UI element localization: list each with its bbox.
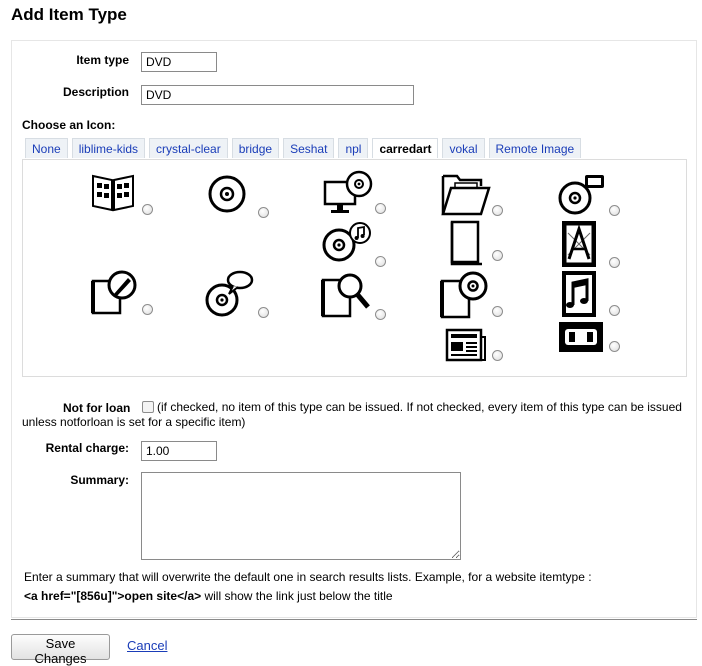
rental-charge-input[interactable] xyxy=(141,441,217,461)
music-disc-icon xyxy=(322,221,372,265)
tab-carredart[interactable]: carredart xyxy=(372,138,439,158)
summary-example: <a href="[856u]">open site</a> will show… xyxy=(24,589,393,603)
tab-crystal-clear[interactable]: crystal-clear xyxy=(149,138,228,158)
summary-textarea[interactable] xyxy=(141,472,461,560)
item-type-label: Item type xyxy=(76,53,129,67)
footer-divider xyxy=(11,619,697,620)
choose-icon-label: Choose an Icon: xyxy=(22,118,116,132)
film-book-icon xyxy=(90,172,136,212)
summary-example-code: <a href="[856u]">open site</a> xyxy=(24,589,202,603)
tab-bridge[interactable]: bridge xyxy=(231,138,280,158)
tab-npl[interactable]: npl xyxy=(338,138,369,158)
icon-radio[interactable] xyxy=(609,205,620,216)
summary-label: Summary: xyxy=(70,473,129,487)
book-pen-icon xyxy=(90,269,140,315)
icon-radio[interactable] xyxy=(258,207,269,218)
icon-radio[interactable] xyxy=(492,306,503,317)
icon-radio[interactable] xyxy=(375,203,386,214)
disc-icon xyxy=(207,173,247,215)
icon-set-tabs: None liblime-kids crystal-clear bridge S… xyxy=(25,138,582,159)
icon-radio[interactable] xyxy=(142,204,153,215)
icon-radio[interactable] xyxy=(375,256,386,267)
page-title: Add Item Type xyxy=(11,5,127,24)
not-for-loan-checkbox[interactable] xyxy=(142,401,154,413)
art-book-icon xyxy=(560,219,602,269)
icon-radio[interactable] xyxy=(609,257,620,268)
tab-seshat[interactable]: Seshat xyxy=(283,138,335,158)
not-for-loan-label: Not for loan xyxy=(63,401,131,415)
closed-folder-icon xyxy=(448,220,488,266)
disc-video-icon xyxy=(558,172,606,216)
tab-none[interactable]: None xyxy=(25,138,68,158)
tab-liblime-kids[interactable]: liblime-kids xyxy=(71,138,146,158)
rental-charge-label: Rental charge: xyxy=(45,441,129,455)
icon-radio[interactable] xyxy=(492,205,503,216)
description-label: Description xyxy=(62,85,129,99)
icon-radio[interactable] xyxy=(492,350,503,361)
videotape-icon xyxy=(557,320,605,354)
icon-radio[interactable] xyxy=(375,309,386,320)
icon-radio[interactable] xyxy=(258,307,269,318)
computer-disc-icon xyxy=(323,170,373,218)
open-folder-icon xyxy=(441,172,491,216)
summary-example-rest: will show the link just below the title xyxy=(201,589,393,603)
item-type-input[interactable] xyxy=(141,52,217,72)
tab-vokal[interactable]: vokal xyxy=(442,138,485,158)
cancel-link[interactable]: Cancel xyxy=(127,638,167,653)
book-disc-icon xyxy=(439,271,491,319)
summary-note: Enter a summary that will overwrite the … xyxy=(24,570,592,584)
icon-radio[interactable] xyxy=(609,305,620,316)
description-input[interactable] xyxy=(141,85,414,105)
disc-speech-icon xyxy=(205,270,255,318)
icon-radio[interactable] xyxy=(609,341,620,352)
music-book-icon xyxy=(560,269,602,319)
book-magnifier-icon xyxy=(320,270,372,318)
newspaper-icon xyxy=(444,327,488,363)
icon-radio[interactable] xyxy=(492,250,503,261)
icon-radio[interactable] xyxy=(142,304,153,315)
tab-remote-image[interactable]: Remote Image xyxy=(488,138,582,158)
save-changes-button[interactable]: Save Changes xyxy=(11,634,110,666)
